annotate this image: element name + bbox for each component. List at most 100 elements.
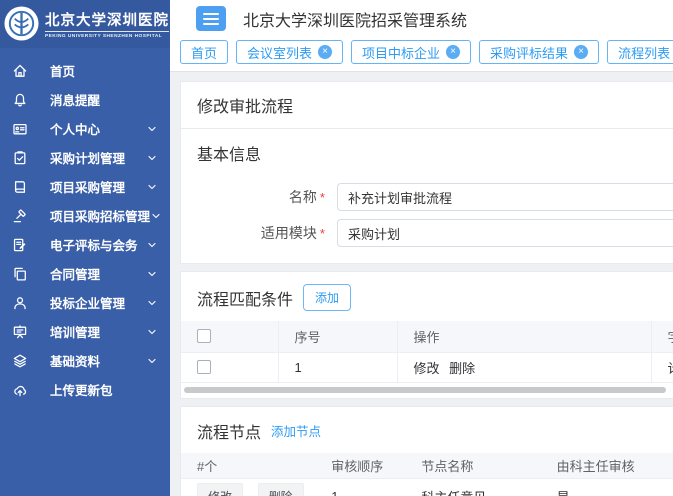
add-condition-button[interactable]: 添加	[303, 284, 351, 311]
close-icon[interactable]: ×	[574, 45, 588, 59]
sidebar-item[interactable]: 消息提醒	[0, 85, 170, 114]
tab[interactable]: 采购评标结果 ×	[479, 40, 599, 64]
field-input[interactable]	[337, 219, 673, 247]
close-icon[interactable]: ×	[318, 45, 332, 59]
bell-icon	[12, 92, 28, 108]
sidebar-item[interactable]: 项目采购管理	[0, 172, 170, 201]
field-label: 名称	[181, 187, 325, 207]
table-row: 修改 删除 1 科主任意见 是	[181, 479, 673, 496]
tab[interactable]: 项目中标企业 ×	[351, 40, 471, 64]
menu-toggle-button[interactable]	[196, 6, 226, 31]
dept-head-cell: 是	[541, 479, 673, 496]
process-nodes-table: #个 审核顺序 节点名称 由科主任审核 修改 删除 1	[181, 453, 673, 496]
sidebar-item-label: 投标企业管理	[50, 293, 146, 312]
add-node-link[interactable]: 添加节点	[271, 421, 321, 440]
sidebar-item[interactable]: 培训管理	[0, 317, 170, 346]
tab-label: 项目中标企业	[362, 43, 440, 62]
chevron-down-icon	[146, 181, 158, 193]
hospital-logo: 北京大学深圳医院 PEKING UNIVERSITY SHENZHEN HOSP…	[0, 0, 170, 48]
tab-label: 流程列表	[618, 43, 670, 62]
delete-button[interactable]: 删除	[258, 483, 304, 496]
edit-link[interactable]: 修改	[414, 361, 440, 376]
presentation-icon	[12, 324, 28, 340]
id-card-icon	[12, 121, 28, 137]
process-nodes-card: 流程节点 添加节点 #个 审核顺序 节点名称 由科主任审核	[180, 406, 673, 496]
sidebar-item-label: 上传更新包	[50, 380, 158, 399]
book-icon	[12, 179, 28, 195]
content-area: 修改审批流程 基本信息 名称 适用模块 流程匹配条件	[170, 72, 673, 496]
form-row: 名称	[181, 183, 673, 211]
sidebar-item[interactable]: 个人中心	[0, 114, 170, 143]
chevron-down-icon	[150, 210, 162, 222]
tab-label: 会议室列表	[247, 43, 312, 62]
chevron-down-icon	[146, 355, 158, 367]
tab-bar: 首页 会议室列表 × 项目中标企业 × 采购评标结果 × 流程列表 ×	[170, 37, 673, 72]
tab-label: 采购评标结果	[490, 43, 568, 62]
sidebar-item[interactable]: 投标企业管理	[0, 288, 170, 317]
close-icon[interactable]: ×	[446, 45, 460, 59]
hospital-logo-icon	[3, 5, 40, 42]
sidebar-item[interactable]: 合同管理	[0, 259, 170, 288]
chevron-down-icon	[146, 268, 158, 280]
match-conditions-heading: 流程匹配条件	[197, 286, 293, 310]
field-label: 适用模块	[181, 223, 325, 243]
basic-info-card: 修改审批流程 基本信息 名称 适用模块	[180, 81, 673, 264]
hospital-name: 北京大学深圳医院	[45, 9, 169, 30]
sidebar-item-label: 项目采购招标管理	[50, 206, 150, 225]
tab[interactable]: 会议室列表 ×	[236, 40, 343, 64]
layers-icon	[12, 353, 28, 369]
edit-button[interactable]: 修改	[197, 483, 243, 496]
basic-info-form: 名称 适用模块	[181, 173, 673, 263]
sidebar-item-label: 基础资料	[50, 351, 146, 370]
sidebar-item[interactable]: 上传更新包	[0, 375, 170, 404]
page-title: 修改审批流程	[181, 82, 673, 129]
sidebar-item-label: 项目采购管理	[50, 177, 146, 196]
table-row: 1 修改 删除 计	[181, 352, 673, 382]
match-conditions-card: 流程匹配条件 添加 序号 操作 字 1	[180, 271, 673, 399]
chevron-down-icon	[146, 123, 158, 135]
sidebar-item-label: 首页	[50, 61, 158, 80]
chevron-down-icon	[146, 326, 158, 338]
order-cell: 1	[315, 479, 405, 496]
topbar: 北京大学深圳医院招采管理系统	[170, 0, 673, 37]
gavel-icon	[12, 208, 28, 224]
sidebar-item[interactable]: 首页	[0, 56, 170, 85]
form-row: 适用模块	[181, 219, 673, 247]
column-header-name: 节点名称	[405, 453, 540, 479]
match-conditions-table: 序号 操作 字 1 修改 删除 计	[181, 321, 673, 383]
column-header-actions: #个	[181, 453, 315, 479]
chevron-down-icon	[146, 152, 158, 164]
user-icon	[12, 295, 28, 311]
app-title: 北京大学深圳医院招采管理系统	[243, 7, 467, 31]
sidebar-menu: 首页 消息提醒 个人中心 采购计划管理	[0, 48, 170, 404]
column-header-seq: 序号	[278, 321, 397, 352]
process-nodes-heading: 流程节点	[197, 419, 261, 443]
sidebar-item-label: 采购计划管理	[50, 148, 146, 167]
sidebar-item-label: 培训管理	[50, 322, 146, 341]
sidebar-item[interactable]: 基础资料	[0, 346, 170, 375]
delete-link[interactable]: 删除	[449, 361, 475, 376]
cloud-upload-icon	[12, 382, 28, 398]
sidebar-item[interactable]: 项目采购招标管理	[0, 201, 170, 230]
tab[interactable]: 首页	[180, 40, 228, 64]
column-header-depthead: 由科主任审核	[541, 453, 673, 479]
hospital-name-en: PEKING UNIVERSITY SHENZHEN HOSPITAL	[45, 31, 169, 39]
column-header-order: 审核顺序	[315, 453, 405, 479]
sidebar-item[interactable]: 采购计划管理	[0, 143, 170, 172]
sidebar: 北京大学深圳医院 PEKING UNIVERSITY SHENZHEN HOSP…	[0, 0, 170, 496]
node-name-cell: 科主任意见	[405, 479, 540, 496]
sidebar-item[interactable]: 电子评标与会务	[0, 230, 170, 259]
document-edit-icon	[12, 237, 28, 253]
horizontal-scrollbar[interactable]	[184, 387, 666, 393]
column-header-partial: 字	[651, 321, 673, 352]
select-all-checkbox[interactable]	[197, 329, 211, 343]
tab-label: 首页	[191, 43, 217, 62]
field-input[interactable]	[337, 183, 673, 211]
home-icon	[12, 63, 28, 79]
partial-cell: 计	[651, 352, 673, 382]
tab[interactable]: 流程列表 ×	[607, 40, 673, 64]
row-checkbox[interactable]	[197, 360, 211, 374]
sidebar-item-label: 个人中心	[50, 119, 146, 138]
sidebar-item-label: 合同管理	[50, 264, 146, 283]
basic-info-heading: 基本信息	[181, 129, 673, 173]
